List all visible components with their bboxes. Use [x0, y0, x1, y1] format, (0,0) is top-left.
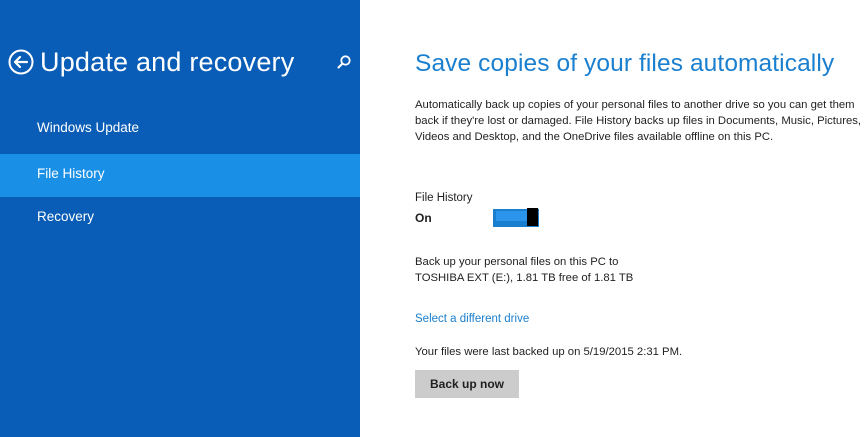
sidebar-header: Update and recovery — [8, 46, 352, 86]
back-arrow-icon[interactable] — [8, 49, 34, 75]
back-up-now-button[interactable]: Back up now — [415, 370, 519, 398]
settings-window: Update and recovery Windows Update File … — [0, 0, 867, 437]
page-title: Save copies of your files automatically — [415, 50, 835, 77]
toggle-fill — [496, 211, 528, 221]
sidebar-item-windows-update[interactable]: Windows Update — [0, 108, 360, 151]
backup-target-line1: Back up your personal files on this PC t… — [415, 256, 619, 268]
sidebar-item-file-history[interactable]: File History — [0, 154, 360, 197]
backup-target-text: Back up your personal files on this PC t… — [415, 254, 633, 286]
file-history-state: On — [415, 211, 432, 225]
page-description: Automatically back up copies of your per… — [415, 99, 862, 143]
backup-target-line2: TOSHIBA EXT (E:), 1.81 TB free of 1.81 T… — [415, 272, 634, 284]
sidebar-title: Update and recovery — [40, 47, 295, 77]
sidebar: Update and recovery Windows Update File … — [0, 0, 360, 437]
sidebar-item-label: File History — [37, 166, 105, 181]
sidebar-item-label: Windows Update — [37, 120, 140, 135]
sidebar-item-recovery[interactable]: Recovery — [0, 197, 360, 240]
file-history-toggle[interactable] — [493, 208, 539, 227]
main-content: Save copies of your files automatically … — [415, 0, 865, 437]
file-history-label: File History — [415, 192, 473, 204]
search-icon[interactable] — [336, 54, 352, 70]
last-backup-text: Your files were last backed up on 5/19/2… — [415, 346, 683, 358]
toggle-thumb[interactable] — [527, 208, 538, 226]
select-different-drive-link[interactable]: Select a different drive — [415, 313, 529, 325]
sidebar-item-label: Recovery — [37, 209, 95, 224]
